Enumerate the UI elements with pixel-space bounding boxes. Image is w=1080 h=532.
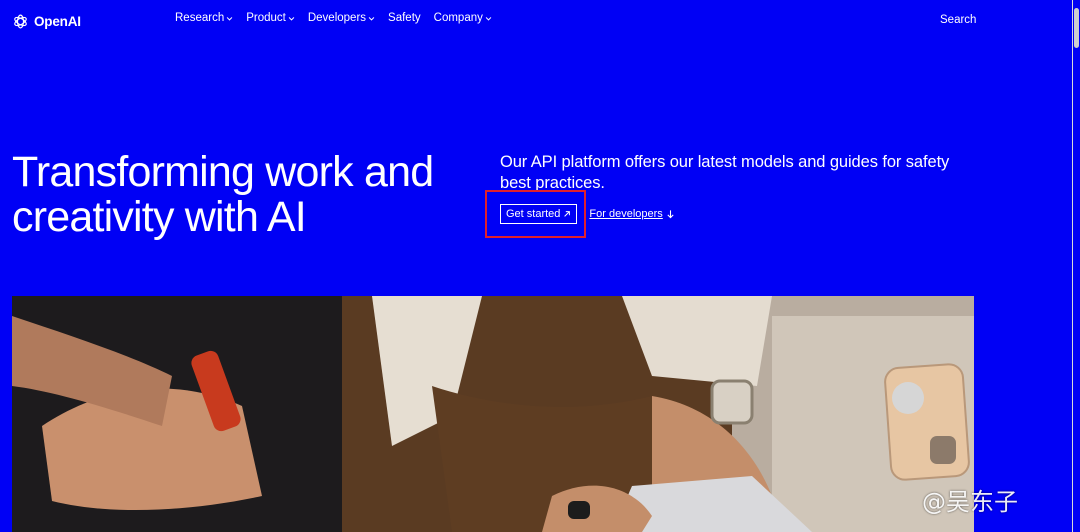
nav-item-label: Company: [433, 12, 483, 24]
hero-photo: [12, 296, 974, 532]
chevron-down-icon: [226, 16, 233, 21]
arrow-down-icon: [667, 210, 674, 219]
hero-headline-line-1: Transforming work and: [12, 148, 434, 196]
vertical-scrollbar[interactable]: [1072, 0, 1080, 532]
top-navigation-bar: OpenAI Research Product Developers Safet…: [0, 0, 1080, 40]
nav-item-label: Research: [175, 12, 225, 24]
nav-item-developers[interactable]: Developers: [308, 12, 375, 24]
for-developers-link[interactable]: For developers: [589, 208, 674, 220]
hero-photo-illustration: [12, 296, 974, 532]
nav-item-research[interactable]: Research: [175, 12, 233, 24]
brand-name: OpenAI: [34, 13, 81, 29]
hero-headline: Transforming work and creativity with AI: [12, 150, 482, 240]
nav-item-label: Product: [246, 12, 286, 24]
watermark-text: @吴东子: [922, 488, 1018, 516]
nav-item-label: Developers: [307, 12, 367, 24]
hero-headline-line-2: creativity with AI: [12, 193, 307, 241]
nav-item-product[interactable]: Product: [246, 12, 295, 24]
chevron-down-icon: [368, 16, 375, 21]
for-developers-label: For developers: [589, 208, 663, 220]
search-button[interactable]: Search: [940, 14, 976, 26]
nav-item-label: Safety: [388, 12, 421, 24]
nav-item-company[interactable]: Company: [434, 12, 492, 24]
scrollbar-thumb[interactable]: [1074, 8, 1079, 48]
openai-logo[interactable]: OpenAI: [12, 11, 81, 31]
hero-subtext: Our API platform offers our latest model…: [500, 153, 950, 192]
annotation-highlight-box: [485, 190, 586, 238]
chevron-down-icon: [485, 16, 492, 21]
main-nav: Research Product Developers Safety Compa…: [175, 12, 492, 24]
openai-logo-icon: [14, 14, 27, 28]
chevron-down-icon: [288, 16, 295, 21]
nav-item-safety[interactable]: Safety: [388, 12, 421, 24]
